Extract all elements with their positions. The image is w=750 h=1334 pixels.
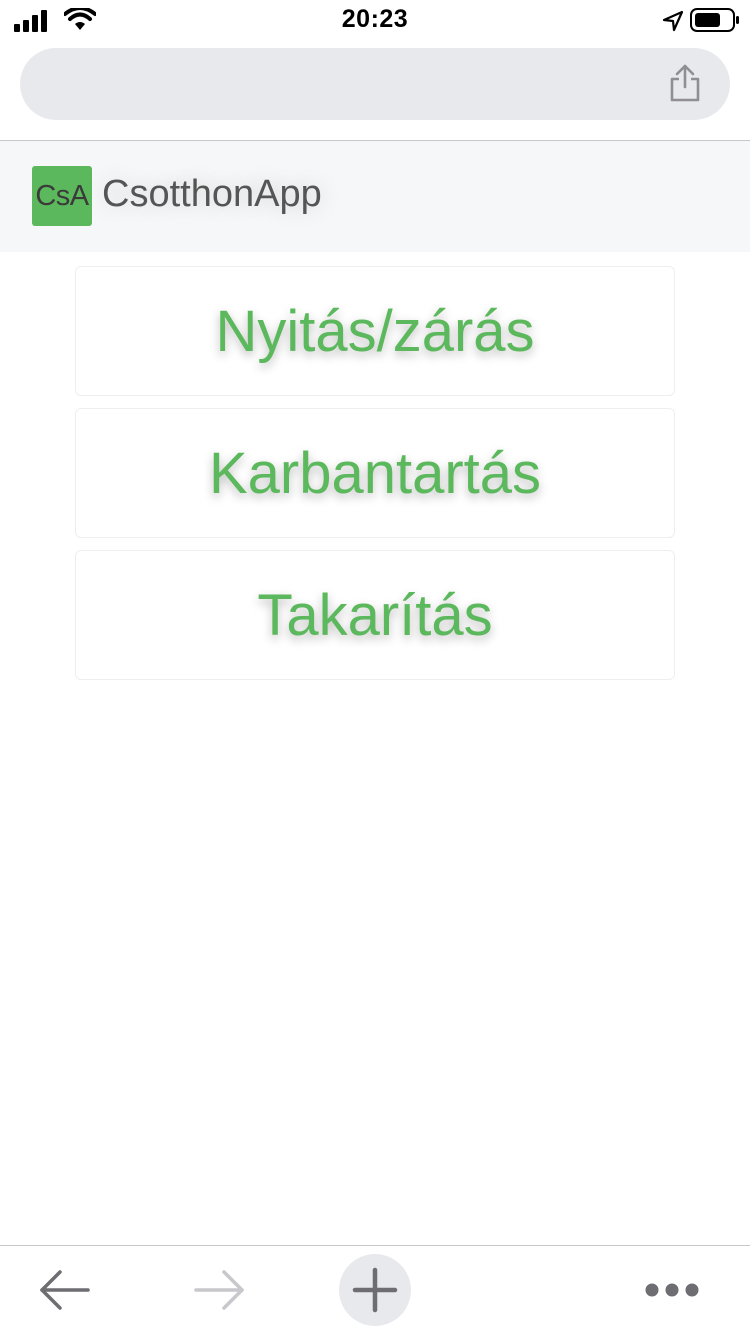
browser-toolbar: [0, 1245, 750, 1334]
location-arrow-icon: [662, 10, 684, 32]
logo-text: CsA: [35, 179, 89, 212]
status-time: 20:23: [341, 5, 409, 33]
address-bar[interactable]: [20, 48, 730, 120]
brand-name[interactable]: CsotthonApp: [102, 173, 322, 216]
app-logo[interactable]: CsA: [32, 166, 92, 226]
battery-icon: [690, 8, 739, 32]
menu-item-label: Karbantartás: [208, 440, 542, 506]
app-header: CsA CsotthonApp: [0, 141, 750, 252]
back-arrow-icon[interactable]: [36, 1266, 92, 1314]
plus-icon: [352, 1267, 398, 1313]
menu-item-cleaning[interactable]: Takarítás: [75, 550, 675, 680]
menu-item-label: Nyitás/zárás: [215, 298, 535, 364]
more-dots-icon[interactable]: [640, 1276, 704, 1304]
status-bar: 20:23: [0, 0, 750, 40]
forward-arrow-icon[interactable]: [192, 1266, 248, 1314]
menu-item-open-close[interactable]: Nyitás/zárás: [75, 266, 675, 396]
menu-list: Nyitás/zárás Karbantartás Takarítás: [75, 266, 675, 692]
share-icon[interactable]: [668, 63, 702, 103]
menu-item-maintenance[interactable]: Karbantartás: [75, 408, 675, 538]
menu-item-label: Takarítás: [257, 582, 493, 648]
new-tab-button[interactable]: [339, 1254, 411, 1326]
